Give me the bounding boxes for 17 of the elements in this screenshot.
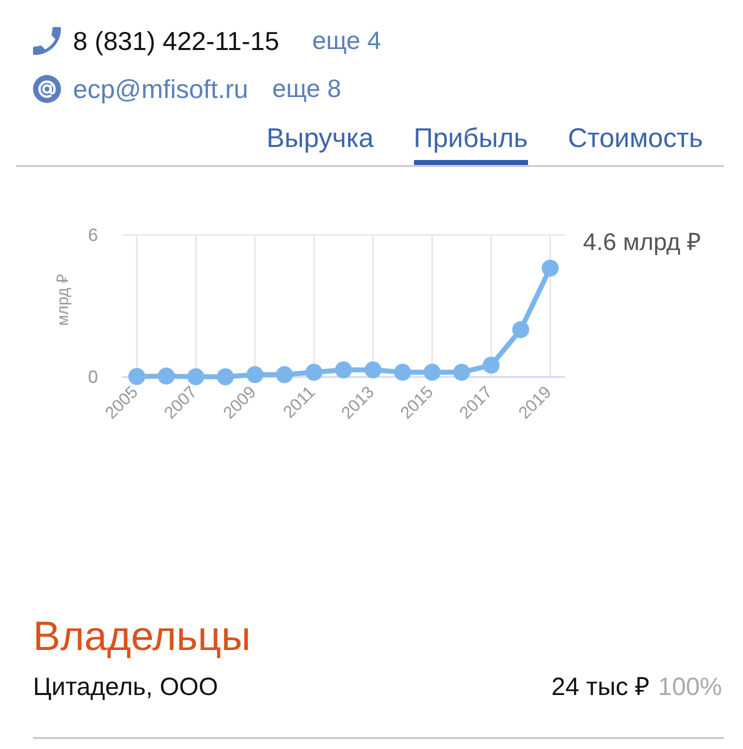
current-value: 4.6 млрд ₽ [583, 228, 702, 258]
more-emails-link[interactable]: еще 8 [272, 73, 342, 105]
more-phones-link[interactable]: еще 4 [312, 25, 382, 57]
owner-share: 100% [658, 672, 722, 702]
email-link[interactable]: ecp@mfisoft.ru [73, 73, 248, 105]
phone-icon [33, 27, 61, 55]
owner-name: Цитадель, ООО [33, 672, 218, 702]
tab[interactable]: Стоимость [568, 122, 703, 165]
y-tick-label: 6 [88, 225, 98, 245]
owner-capital: 24 тыс ₽ [551, 672, 650, 702]
y-axis-label: млрд ₽ [55, 274, 72, 326]
tab[interactable]: Выручка [266, 122, 374, 165]
at-sign-icon [33, 75, 61, 103]
section-heading: Владельцы [33, 612, 251, 660]
y-tick-label: 0 [88, 367, 98, 387]
tab[interactable]: Прибыль [414, 122, 528, 165]
phone-number: 8 (831) 422-11-15 [73, 25, 280, 57]
